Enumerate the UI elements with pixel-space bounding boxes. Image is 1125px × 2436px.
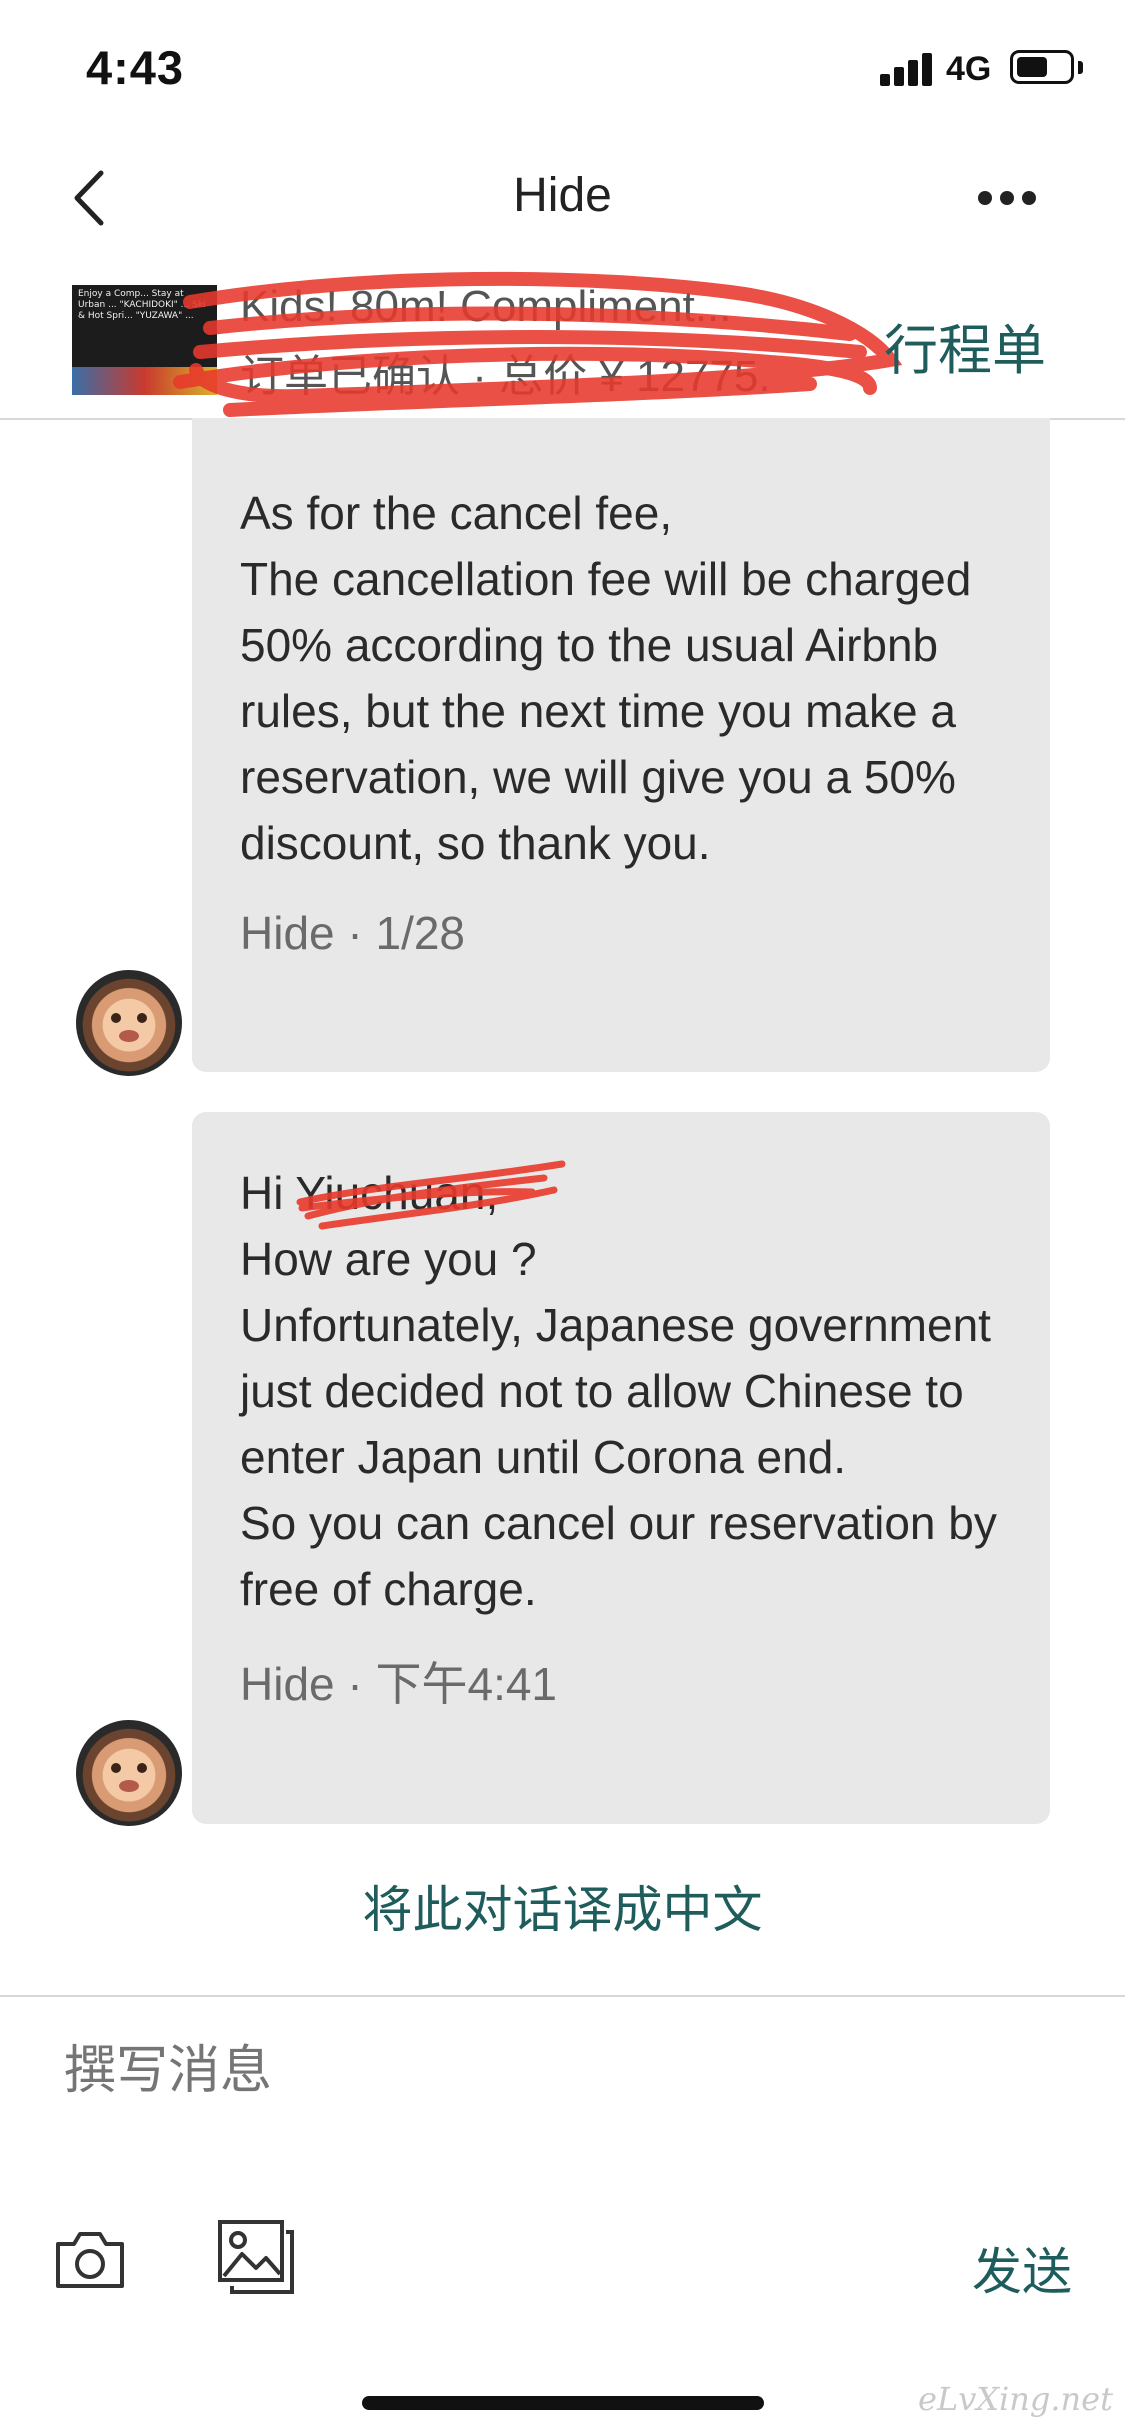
translate-conversation-link[interactable]: 将此对话译成中文: [0, 1870, 1125, 1942]
status-time: 4:43: [86, 41, 185, 94]
battery-cap: [1078, 61, 1083, 74]
avatar[interactable]: [72, 1716, 186, 1830]
camera-button[interactable]: [52, 2228, 128, 2292]
more-dots-icon: [978, 191, 1036, 205]
camera-icon: [56, 2232, 124, 2288]
send-button[interactable]: 发送: [972, 2232, 1072, 2304]
image-icon: [218, 2220, 294, 2294]
network-type: 4G: [946, 50, 992, 88]
message-bubble: As for the cancel fee, The cancellation …: [192, 418, 1050, 1072]
signal-icon: [880, 52, 936, 86]
battery-icon: [1010, 50, 1074, 84]
home-indicator[interactable]: [362, 2396, 764, 2410]
redaction-scribble: [173, 271, 903, 417]
page-title: Hide: [513, 169, 612, 222]
baby-face-icon: [111, 1013, 147, 1042]
more-options-button[interactable]: [972, 168, 1042, 228]
avatar[interactable]: [72, 966, 186, 1080]
photo-gallery-button[interactable]: [216, 2218, 296, 2296]
watermark: eLvXing.net: [918, 2380, 1113, 2418]
composer-divider: [0, 1995, 1125, 1997]
message-text: As for the cancel fee, The cancellation …: [240, 487, 972, 869]
message-meta: Hide · 1/28: [240, 907, 466, 959]
name-redaction: [296, 1160, 566, 1230]
message-input[interactable]: [62, 2040, 1066, 2102]
baby-face-icon: [111, 1763, 147, 1792]
message-meta: Hide · 下午4:41: [240, 1658, 558, 1710]
itinerary-button[interactable]: 行程单: [884, 306, 1046, 385]
